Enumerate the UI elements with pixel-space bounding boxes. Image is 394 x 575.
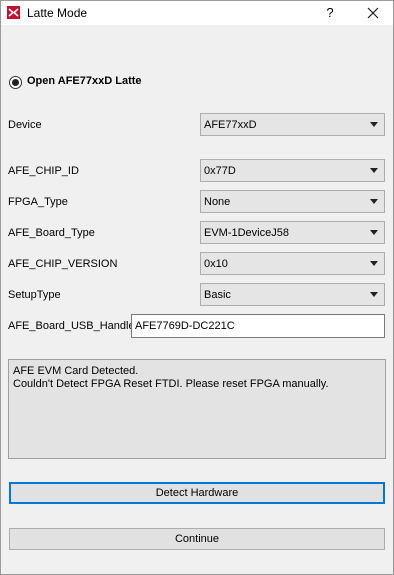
detect-hardware-button[interactable]: Detect Hardware	[9, 482, 385, 504]
chip-id-label: AFE_CHIP_ID	[8, 165, 79, 177]
chip-id-select[interactable]: 0x77D	[200, 159, 385, 182]
status-log: AFE EVM Card Detected. Couldn't Detect F…	[8, 359, 386, 459]
log-line: Couldn't Detect FPGA Reset FTDI. Please …	[13, 378, 329, 390]
board-type-value: EVM-1DeviceJ58	[204, 227, 289, 239]
usb-handle-field[interactable]	[131, 314, 385, 338]
dropdown-arrow-icon	[370, 292, 378, 297]
board-type-label: AFE_Board_Type	[8, 227, 95, 239]
radio-button[interactable]	[9, 76, 22, 89]
dropdown-arrow-icon	[370, 199, 378, 204]
device-value: AFE77xxD	[204, 119, 257, 131]
device-label: Device	[8, 119, 42, 131]
chip-id-value: 0x77D	[204, 165, 236, 177]
dropdown-arrow-icon	[370, 261, 378, 266]
help-button[interactable]: ?	[319, 1, 341, 25]
setup-type-value: Basic	[204, 289, 231, 301]
fpga-type-label: FPGA_Type	[8, 196, 68, 208]
title-bar: Latte Mode ?	[1, 1, 393, 25]
dropdown-arrow-icon	[370, 168, 378, 173]
log-line: AFE EVM Card Detected.	[13, 365, 139, 377]
fpga-type-value: None	[204, 196, 231, 208]
radio-label: Open AFE77xxD Latte	[27, 75, 142, 87]
close-icon[interactable]	[359, 1, 387, 25]
setup-type-label: SetupType	[8, 289, 61, 301]
continue-button[interactable]: Continue	[9, 528, 385, 550]
chip-version-select[interactable]: 0x10	[200, 252, 385, 275]
chip-version-label: AFE_CHIP_VERSION	[8, 258, 118, 270]
board-type-select[interactable]: EVM-1DeviceJ58	[200, 221, 385, 244]
chip-version-value: 0x10	[204, 258, 228, 270]
window-title: Latte Mode	[27, 6, 88, 20]
dropdown-arrow-icon	[370, 230, 378, 235]
app-logo-icon	[7, 6, 20, 19]
latte-mode-dialog: Latte Mode ? Open AFE77xxD Latte Device …	[0, 0, 394, 575]
usb-handle-label: AFE_Board_USB_Handle	[8, 320, 135, 332]
usb-handle-input[interactable]	[132, 315, 384, 337]
fpga-type-select[interactable]: None	[200, 190, 385, 213]
device-select[interactable]: AFE77xxD	[200, 113, 385, 136]
dropdown-arrow-icon	[370, 122, 378, 127]
setup-type-select[interactable]: Basic	[200, 283, 385, 306]
